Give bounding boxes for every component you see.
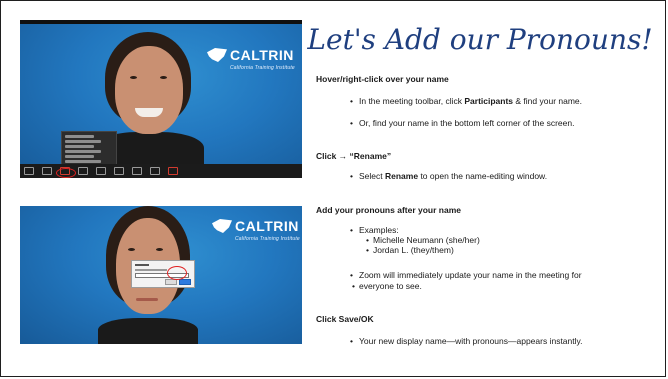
section-heading: Add your pronouns after your name [316,205,461,215]
highlight-ring [56,168,76,178]
chat-icon[interactable] [78,167,88,175]
bullet-continuation: everyone to see. [352,281,422,291]
section-heading: Click → “Rename” [316,151,392,161]
dialog-title [135,264,149,266]
apps-icon[interactable] [150,167,160,175]
bullet-item: Or, find your name in the bottom left co… [350,118,574,129]
screenshot-rename-dialog: CALTRIN California Training Institute [20,206,302,344]
window-titlebar [20,20,302,24]
section-heading: Hover/right-click over your name [316,74,449,84]
bullet-item: Your new display name—with pronouns—appe… [350,336,582,347]
california-map-icon [212,219,232,233]
logo-tagline: California Training Institute [230,65,295,71]
share-screen-icon[interactable] [96,167,106,175]
section-heading: Click Save/OK [316,314,374,324]
leave-meeting-icon[interactable] [168,167,178,175]
slide-title: Let's Add our Pronouns! [307,23,653,56]
logo-name: CALTRIN [230,47,294,63]
ok-button[interactable] [179,279,191,285]
example-item: Jordan L. (they/them) [366,245,454,255]
mute-icon[interactable] [24,167,34,175]
california-map-icon [207,48,227,62]
dialog-prompt [135,269,167,271]
caltrin-logo: CALTRIN California Training Institute [207,47,295,71]
screenshot-participants-menu: CALTRIN California Training Institute [20,20,302,178]
bullet-item: In the meeting toolbar, click Participan… [350,96,582,107]
logo-name: CALTRIN [235,218,299,234]
bullet-item: Select Rename to open the name-editing w… [350,171,547,182]
example-item: Michelle Neumann (she/her) [366,235,480,245]
highlight-ring [167,266,187,280]
bullet-item: Zoom will immediately update your name i… [350,270,582,281]
reactions-icon[interactable] [132,167,142,175]
logo-tagline: California Training Institute [235,236,300,242]
caltrin-logo: CALTRIN California Training Institute [212,218,300,242]
record-icon[interactable] [114,167,124,175]
video-icon[interactable] [42,167,52,175]
slide: CALTRIN California Training Institute CA… [0,0,666,377]
